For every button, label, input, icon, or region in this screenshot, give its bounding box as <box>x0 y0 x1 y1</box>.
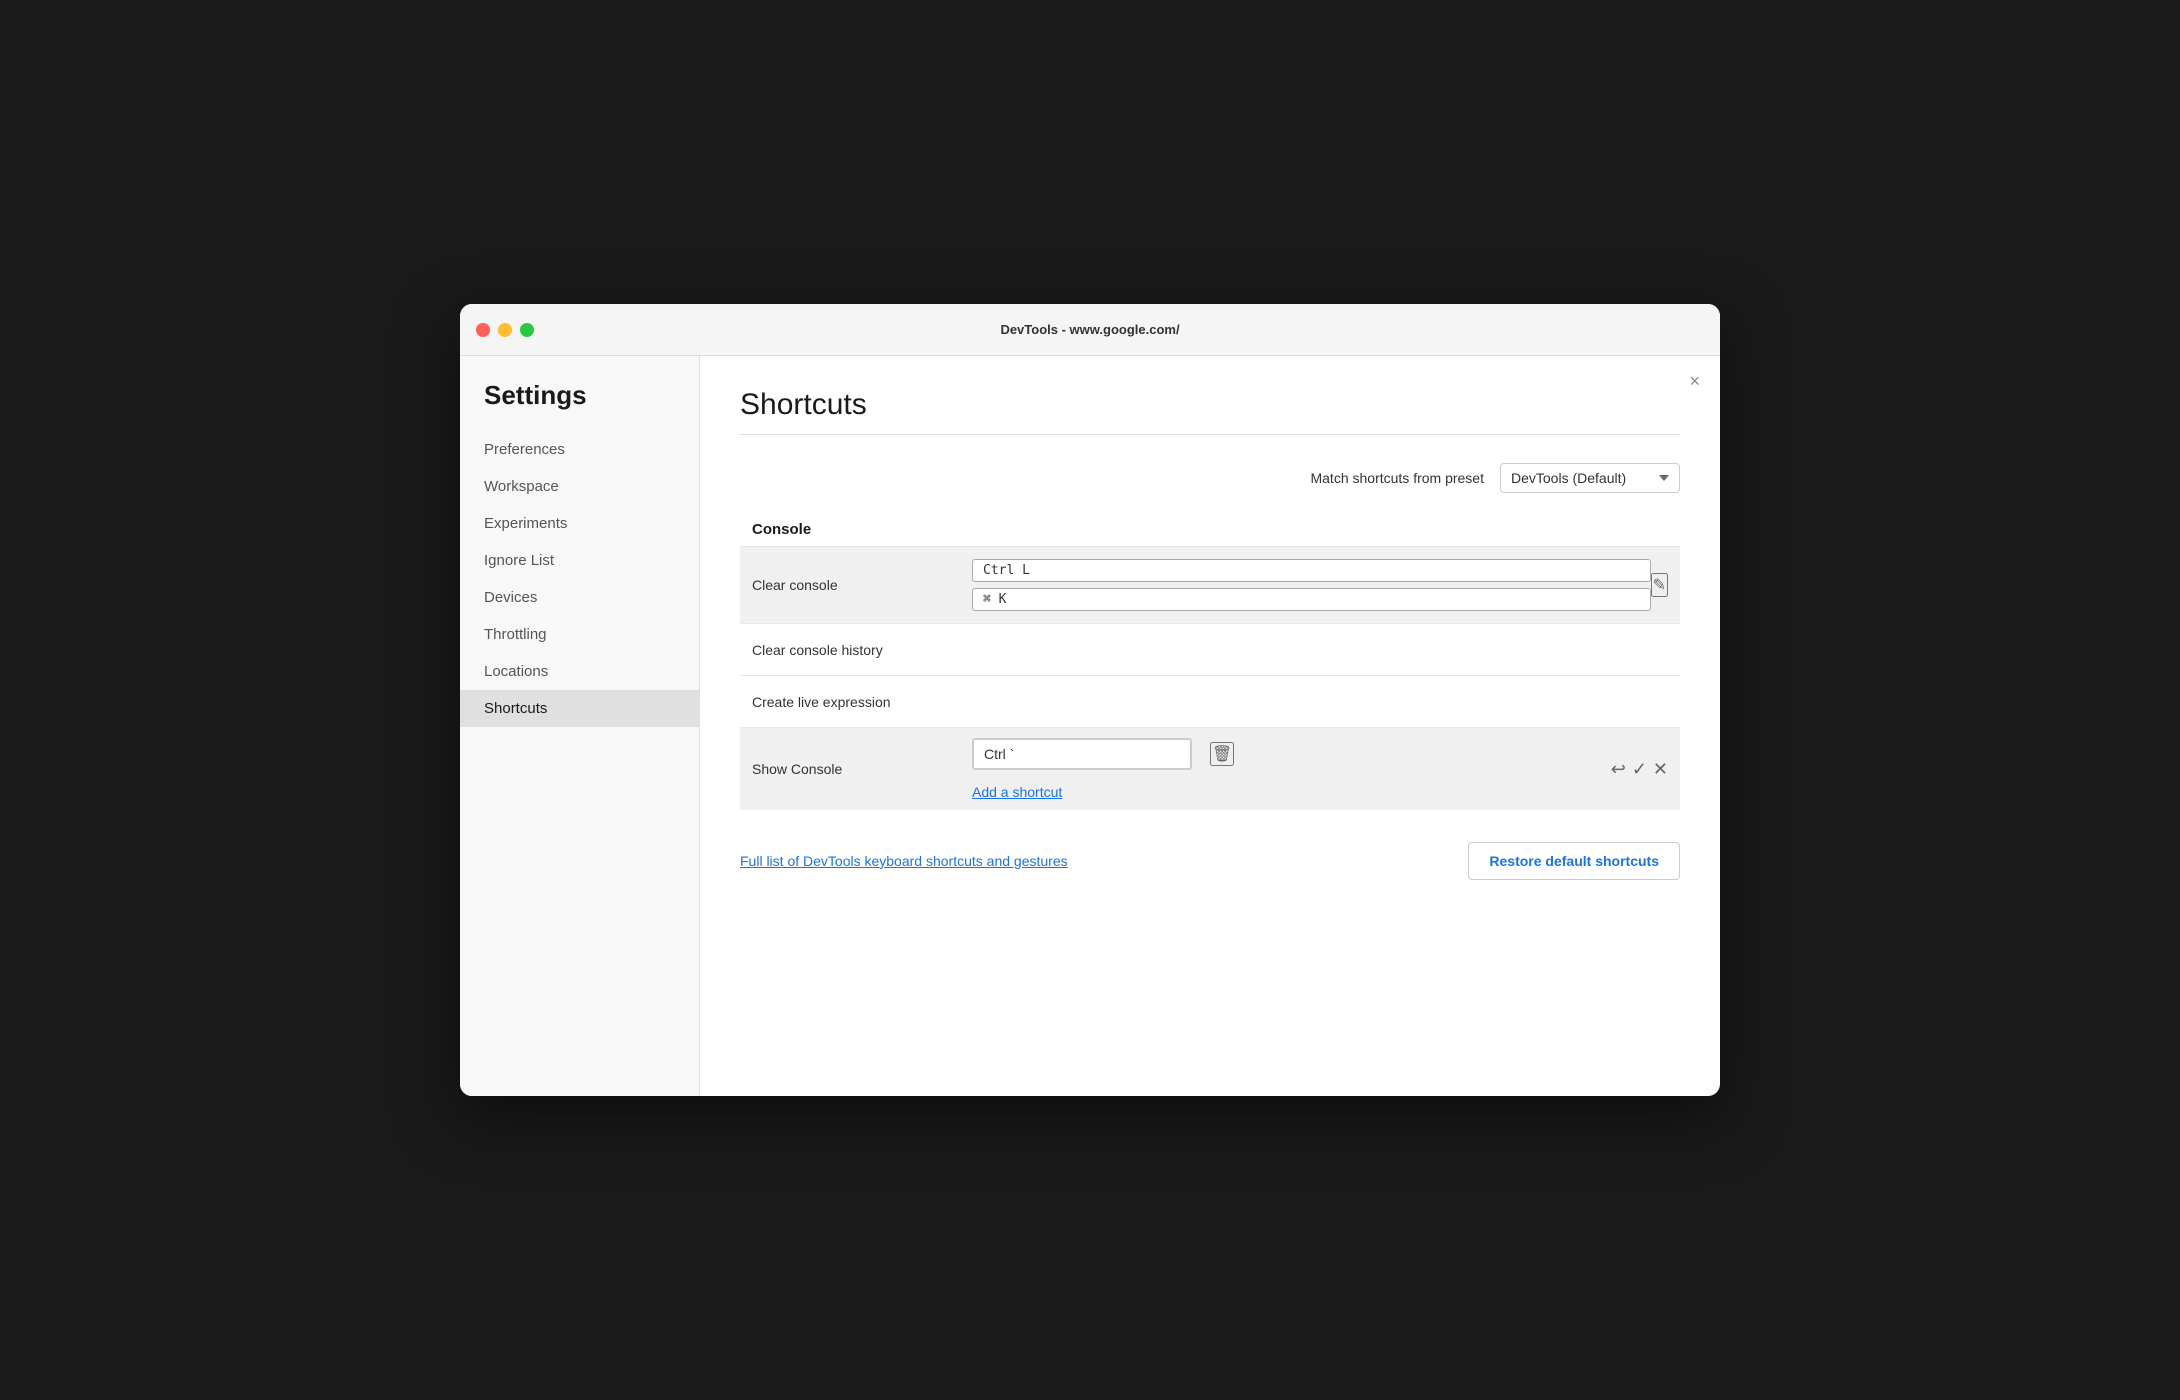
edit-shortcut-button-clear-console[interactable]: ✎ <box>1651 573 1668 597</box>
titlebar: DevTools - www.google.com/ <box>460 304 1720 356</box>
title-divider <box>740 434 1680 435</box>
main-content: × Shortcuts Match shortcuts from preset … <box>700 356 1720 1096</box>
close-settings-button[interactable]: × <box>1689 372 1700 390</box>
close-button[interactable] <box>476 323 490 337</box>
shortcut-input-show-console[interactable] <box>972 738 1192 770</box>
undo-shortcut-button[interactable]: ↩ <box>1611 759 1626 780</box>
shortcut-name-clear-console-history: Clear console history <box>752 642 972 658</box>
sidebar-item-throttling[interactable]: Throttling <box>460 616 699 653</box>
add-shortcut-link[interactable]: Add a shortcut <box>972 784 1611 800</box>
key-badge-cmd-k: ⌘ K <box>972 588 1651 611</box>
shortcut-row-create-live-expression: Create live expression <box>740 675 1680 727</box>
console-section: Console Clear console Ctrl L ⌘ K ✎ Clear… <box>740 521 1680 810</box>
sidebar-item-preferences[interactable]: Preferences <box>460 431 699 468</box>
preset-row: Match shortcuts from preset DevTools (De… <box>740 463 1680 493</box>
shortcut-name-create-live-expression: Create live expression <box>752 694 972 710</box>
cancel-shortcut-button[interactable]: ✕ <box>1653 759 1668 780</box>
sidebar-item-experiments[interactable]: Experiments <box>460 505 699 542</box>
settings-window: DevTools - www.google.com/ Settings Pref… <box>460 304 1720 1096</box>
delete-shortcut-button-show-console[interactable]: 🗑 <box>1210 742 1234 766</box>
maximize-button[interactable] <box>520 323 534 337</box>
traffic-lights <box>476 323 534 337</box>
sidebar-item-ignore-list[interactable]: Ignore List <box>460 542 699 579</box>
restore-defaults-button[interactable]: Restore default shortcuts <box>1468 842 1680 880</box>
shortcut-name-show-console: Show Console <box>752 761 972 777</box>
sidebar-item-devices[interactable]: Devices <box>460 579 699 616</box>
sidebar-item-locations[interactable]: Locations <box>460 653 699 690</box>
shortcut-row-show-console: Show Console 🗑 Add a shortcut ↩ ✓ ✕ <box>740 727 1680 810</box>
key-badge-ctrl-l: Ctrl L <box>972 559 1651 582</box>
full-list-link[interactable]: Full list of DevTools keyboard shortcuts… <box>740 853 1068 869</box>
window-title: DevTools - www.google.com/ <box>1000 322 1179 337</box>
content-area: Settings Preferences Workspace Experimen… <box>460 356 1720 1096</box>
console-section-title: Console <box>740 521 1680 546</box>
sidebar: Settings Preferences Workspace Experimen… <box>460 356 700 1096</box>
preset-select[interactable]: DevTools (Default) Visual Studio Code <box>1500 463 1680 493</box>
page-title: Shortcuts <box>740 388 1680 422</box>
shortcut-row-clear-console-history: Clear console history <box>740 623 1680 675</box>
show-console-edit-actions: ↩ ✓ ✕ <box>1611 759 1668 780</box>
show-console-edit-inner: Show Console 🗑 Add a shortcut ↩ ✓ ✕ <box>740 728 1680 810</box>
shortcut-row-clear-console: Clear console Ctrl L ⌘ K ✎ <box>740 546 1680 623</box>
preset-label: Match shortcuts from preset <box>1310 470 1484 486</box>
sidebar-heading: Settings <box>460 380 699 431</box>
show-console-input-row: 🗑 <box>972 738 1611 770</box>
shortcut-keys-clear-console: Ctrl L ⌘ K <box>972 559 1651 611</box>
footer-row: Full list of DevTools keyboard shortcuts… <box>740 834 1680 880</box>
sidebar-item-workspace[interactable]: Workspace <box>460 468 699 505</box>
minimize-button[interactable] <box>498 323 512 337</box>
show-console-edit-area: 🗑 Add a shortcut <box>972 738 1611 800</box>
sidebar-item-shortcuts[interactable]: Shortcuts <box>460 690 699 727</box>
shortcut-name-clear-console: Clear console <box>752 577 972 593</box>
confirm-shortcut-button[interactable]: ✓ <box>1632 759 1647 780</box>
